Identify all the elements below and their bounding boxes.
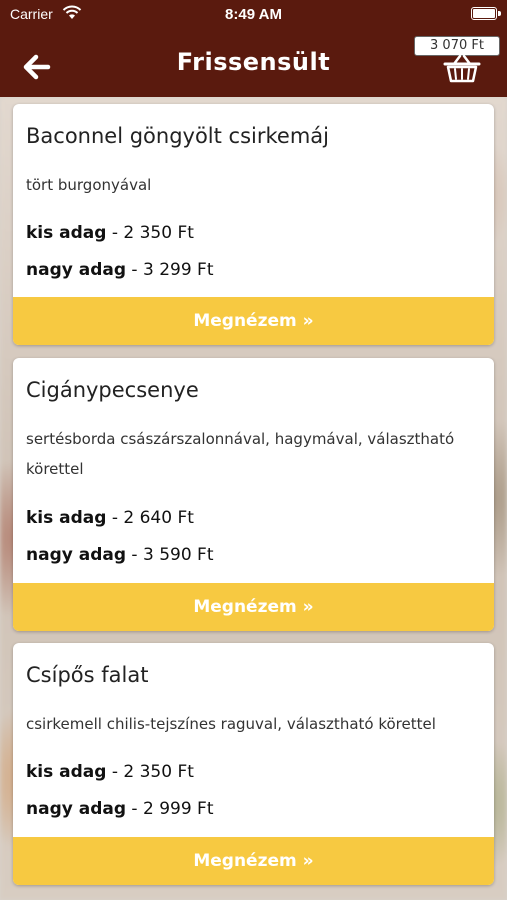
price-row: kis adag - 2 350 Ft bbox=[26, 762, 194, 782]
size-label: nagy adag bbox=[26, 799, 127, 819]
price-value: - 3 590 Ft bbox=[126, 545, 214, 565]
basket-icon bbox=[443, 54, 481, 83]
price-row: kis adag - 2 350 Ft bbox=[26, 223, 194, 243]
price-row: nagy adag - 3 299 Ft bbox=[26, 260, 214, 280]
size-label: kis adag bbox=[26, 508, 107, 528]
size-label: nagy adag bbox=[26, 260, 127, 280]
battery-icon bbox=[471, 7, 497, 20]
item-name: Csípős falat bbox=[26, 663, 149, 687]
price-row: nagy adag - 2 999 Ft bbox=[26, 799, 214, 819]
cart-button[interactable]: 3 070 Ft bbox=[412, 36, 502, 86]
price-value: - 3 299 Ft bbox=[126, 260, 214, 280]
size-label: kis adag bbox=[26, 223, 107, 243]
menu-item-card: Csípős falat csirkemell chilis-tejszínes… bbox=[13, 643, 494, 885]
price-value: - 2 350 Ft bbox=[106, 223, 194, 243]
view-button[interactable]: Megnézem » bbox=[13, 837, 494, 885]
item-description: csirkemell chilis-tejszínes raguval, vál… bbox=[26, 715, 436, 733]
item-description: tört burgonyával bbox=[26, 176, 152, 194]
price-row: nagy adag - 3 590 Ft bbox=[26, 545, 214, 565]
price-row: kis adag - 2 640 Ft bbox=[26, 508, 194, 528]
menu-item-card: Baconnel göngyölt csirkemáj tört burgony… bbox=[13, 104, 494, 345]
price-value: - 2 640 Ft bbox=[106, 508, 194, 528]
item-description: sertésborda császárszalonnával, hagymáva… bbox=[26, 430, 455, 478]
view-button[interactable]: Megnézem » bbox=[13, 583, 494, 631]
app-header: Carrier 8:49 AM Frissensült 3 070 Ft bbox=[0, 0, 507, 97]
item-name: Baconnel göngyölt csirkemáj bbox=[26, 124, 330, 148]
size-label: kis adag bbox=[26, 762, 107, 782]
menu-item-card: Cigánypecsenye sertésborda császárszalon… bbox=[13, 358, 494, 631]
view-button[interactable]: Megnézem » bbox=[13, 297, 494, 345]
price-value: - 2 999 Ft bbox=[126, 799, 214, 819]
status-bar: Carrier 8:49 AM bbox=[0, 0, 507, 30]
size-label: nagy adag bbox=[26, 545, 127, 565]
price-value: - 2 350 Ft bbox=[106, 762, 194, 782]
clock: 8:49 AM bbox=[225, 6, 282, 23]
item-name: Cigánypecsenye bbox=[26, 378, 199, 402]
